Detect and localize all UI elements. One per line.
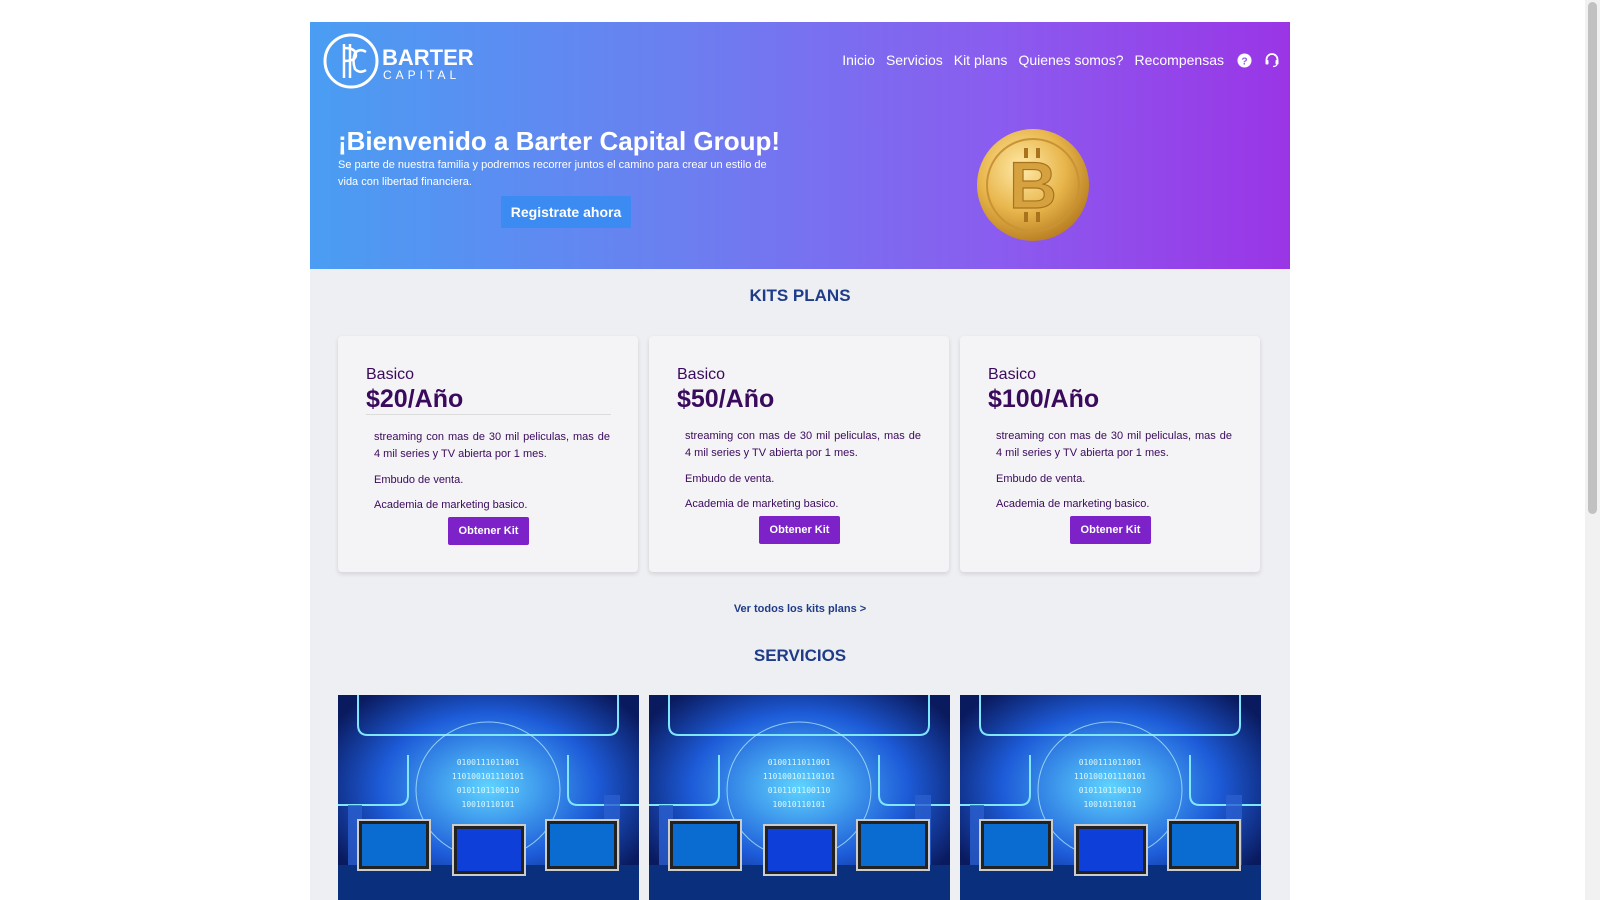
kit-feature: streaming con mas de 30 mil peliculas, m… bbox=[374, 431, 610, 460]
nav-item-quienes-somos[interactable]: Quienes somos? bbox=[1018, 52, 1123, 68]
svg-text:110100101110101: 110100101110101 bbox=[1074, 772, 1146, 781]
kit-price: $100/Año bbox=[988, 385, 1100, 413]
svg-text:10010110101: 10010110101 bbox=[1084, 800, 1137, 809]
service-image[interactable]: 0100111011001 110100101110101 0101101100… bbox=[960, 695, 1261, 900]
page: BARTER CAPITAL Inicio Servicios Kit plan… bbox=[310, 22, 1290, 900]
svg-text:0101101100110: 0101101100110 bbox=[1079, 786, 1142, 795]
svg-text:0100111011001: 0100111011001 bbox=[1079, 758, 1142, 767]
svg-text:0100111011001: 0100111011001 bbox=[457, 758, 520, 767]
svg-text:10010110101: 10010110101 bbox=[462, 800, 515, 809]
brand-tagline: CAPITAL bbox=[383, 68, 461, 82]
help-icon[interactable]: ? bbox=[1236, 52, 1252, 68]
obtener-kit-button[interactable]: Obtener Kit bbox=[448, 517, 529, 545]
svg-text:?: ? bbox=[1241, 56, 1247, 67]
nav-item-kit-plans[interactable]: Kit plans bbox=[954, 52, 1008, 68]
svg-text:B: B bbox=[1009, 148, 1057, 222]
kit-card: Basico $20/Año streaming con mas de 30 m… bbox=[338, 336, 638, 572]
nav-item-recompensas[interactable]: Recompensas bbox=[1135, 52, 1225, 68]
hero-subtitle: Se parte de nuestra familia y podremos r… bbox=[338, 159, 767, 188]
kit-feature: Academia de marketing basico. bbox=[996, 498, 1150, 510]
kit-feature: Embudo de venta. bbox=[374, 474, 464, 486]
digital-city-computers-image: 0100111011001 110100101110101 0101101100… bbox=[960, 695, 1261, 900]
service-image[interactable]: 0100111011001 110100101110101 0101101100… bbox=[338, 695, 639, 900]
kit-divider bbox=[366, 414, 611, 415]
kit-card: Basico $50/Año streaming con mas de 30 m… bbox=[649, 336, 949, 572]
headset-icon[interactable] bbox=[1264, 52, 1280, 68]
nav-item-inicio[interactable]: Inicio bbox=[842, 52, 875, 68]
digital-city-computers-image: 0100111011001 110100101110101 0101101100… bbox=[338, 695, 639, 900]
bitcoin-coin-image: B bbox=[977, 129, 1089, 241]
kit-price: $50/Año bbox=[677, 385, 775, 413]
svg-text:0100111011001: 0100111011001 bbox=[768, 758, 831, 767]
svg-text:110100101110101: 110100101110101 bbox=[763, 772, 835, 781]
kit-name: Basico bbox=[366, 366, 415, 383]
hero-title: ¡Bienvenido a Barter Capital Group! bbox=[338, 126, 781, 156]
kit-name: Basico bbox=[677, 366, 726, 383]
kit-feature: Embudo de venta. bbox=[685, 473, 775, 485]
page-scrollbar-thumb[interactable] bbox=[1588, 2, 1597, 514]
kit-name: Basico bbox=[988, 366, 1037, 383]
nav-item-servicios[interactable]: Servicios bbox=[886, 52, 943, 68]
services-section-title: SERVICIOS bbox=[753, 646, 847, 665]
svg-text:0101101100110: 0101101100110 bbox=[457, 786, 520, 795]
service-image[interactable]: 0100111011001 110100101110101 0101101100… bbox=[649, 695, 950, 900]
see-all-kits-link[interactable]: Ver todos los kits plans > bbox=[310, 603, 1290, 615]
main-nav: Inicio Servicios Kit plans Quienes somos… bbox=[831, 52, 1280, 68]
brand-monogram-icon bbox=[323, 33, 379, 89]
svg-text:110100101110101: 110100101110101 bbox=[452, 772, 524, 781]
kit-price: $20/Año bbox=[366, 385, 464, 413]
svg-text:0101101100110: 0101101100110 bbox=[768, 786, 831, 795]
obtener-kit-button[interactable]: Obtener Kit bbox=[1070, 516, 1151, 544]
kit-feature: Academia de marketing basico. bbox=[374, 499, 528, 511]
kit-feature: streaming con mas de 30 mil peliculas, m… bbox=[685, 430, 921, 459]
digital-city-computers-image: 0100111011001 110100101110101 0101101100… bbox=[649, 695, 950, 900]
hero-banner: BARTER CAPITAL Inicio Servicios Kit plan… bbox=[310, 22, 1290, 269]
kit-feature: streaming con mas de 30 mil peliculas, m… bbox=[996, 430, 1232, 459]
kit-card: Basico $100/Año streaming con mas de 30 … bbox=[960, 336, 1260, 572]
svg-text:10010110101: 10010110101 bbox=[773, 800, 826, 809]
kit-feature: Embudo de venta. bbox=[996, 473, 1086, 485]
kits-section-title: KITS PLANS bbox=[749, 286, 851, 305]
register-button[interactable]: Registrate ahora bbox=[501, 196, 631, 228]
brand-logo[interactable]: BARTER CAPITAL bbox=[322, 32, 482, 92]
obtener-kit-button[interactable]: Obtener Kit bbox=[759, 516, 840, 544]
kit-feature: Academia de marketing basico. bbox=[685, 498, 839, 510]
